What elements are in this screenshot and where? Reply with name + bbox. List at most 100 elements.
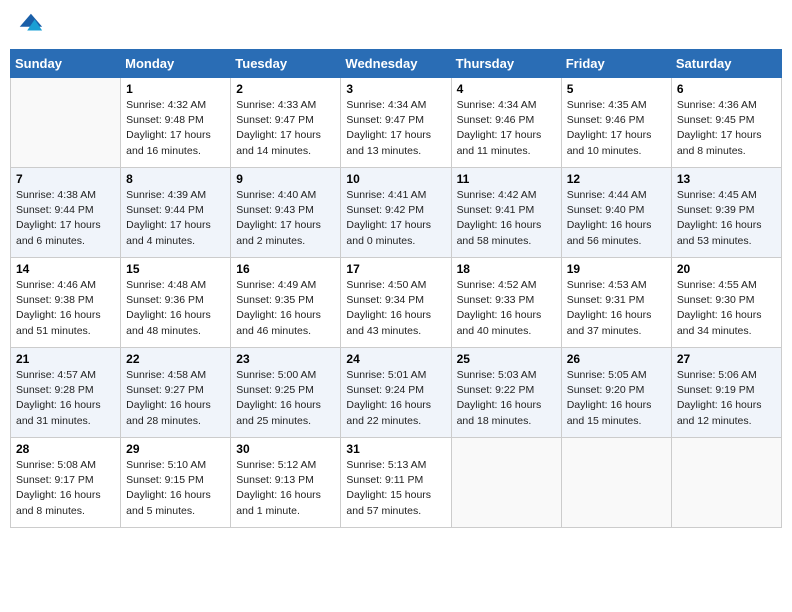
calendar-cell: 24 Sunrise: 5:01 AMSunset: 9:24 PMDayligh… xyxy=(341,348,451,438)
calendar-cell: 2 Sunrise: 4:33 AMSunset: 9:47 PMDaylight… xyxy=(231,78,341,168)
day-info: Sunrise: 4:34 AMSunset: 9:47 PMDaylight:… xyxy=(346,98,445,159)
day-number: 13 xyxy=(677,172,776,186)
calendar-cell: 6 Sunrise: 4:36 AMSunset: 9:45 PMDaylight… xyxy=(671,78,781,168)
calendar-cell: 29 Sunrise: 5:10 AMSunset: 9:15 PMDayligh… xyxy=(121,438,231,528)
day-info: Sunrise: 4:48 AMSunset: 9:36 PMDaylight:… xyxy=(126,278,225,339)
calendar-cell: 19 Sunrise: 4:53 AMSunset: 9:31 PMDayligh… xyxy=(561,258,671,348)
day-info: Sunrise: 5:13 AMSunset: 9:11 PMDaylight:… xyxy=(346,458,445,519)
day-number: 3 xyxy=(346,82,445,96)
day-info: Sunrise: 5:06 AMSunset: 9:19 PMDaylight:… xyxy=(677,368,776,429)
day-info: Sunrise: 5:08 AMSunset: 9:17 PMDaylight:… xyxy=(16,458,115,519)
day-number: 18 xyxy=(457,262,556,276)
day-info: Sunrise: 5:03 AMSunset: 9:22 PMDaylight:… xyxy=(457,368,556,429)
calendar-cell: 26 Sunrise: 5:05 AMSunset: 9:20 PMDayligh… xyxy=(561,348,671,438)
weekday-header: Saturday xyxy=(671,50,781,78)
weekday-header: Wednesday xyxy=(341,50,451,78)
calendar-cell: 17 Sunrise: 4:50 AMSunset: 9:34 PMDayligh… xyxy=(341,258,451,348)
day-number: 29 xyxy=(126,442,225,456)
calendar-cell: 27 Sunrise: 5:06 AMSunset: 9:19 PMDayligh… xyxy=(671,348,781,438)
weekday-header: Tuesday xyxy=(231,50,341,78)
calendar-header-row: SundayMondayTuesdayWednesdayThursdayFrid… xyxy=(11,50,782,78)
day-number: 31 xyxy=(346,442,445,456)
day-number: 20 xyxy=(677,262,776,276)
day-info: Sunrise: 4:41 AMSunset: 9:42 PMDaylight:… xyxy=(346,188,445,249)
calendar-cell: 11 Sunrise: 4:42 AMSunset: 9:41 PMDayligh… xyxy=(451,168,561,258)
weekday-header: Sunday xyxy=(11,50,121,78)
calendar-cell: 14 Sunrise: 4:46 AMSunset: 9:38 PMDayligh… xyxy=(11,258,121,348)
day-info: Sunrise: 4:40 AMSunset: 9:43 PMDaylight:… xyxy=(236,188,335,249)
day-number: 11 xyxy=(457,172,556,186)
calendar-cell xyxy=(671,438,781,528)
calendar-cell: 30 Sunrise: 5:12 AMSunset: 9:13 PMDayligh… xyxy=(231,438,341,528)
weekday-header: Thursday xyxy=(451,50,561,78)
calendar-cell: 5 Sunrise: 4:35 AMSunset: 9:46 PMDaylight… xyxy=(561,78,671,168)
day-number: 16 xyxy=(236,262,335,276)
calendar-cell: 15 Sunrise: 4:48 AMSunset: 9:36 PMDayligh… xyxy=(121,258,231,348)
weekday-header: Friday xyxy=(561,50,671,78)
day-info: Sunrise: 4:55 AMSunset: 9:30 PMDaylight:… xyxy=(677,278,776,339)
day-info: Sunrise: 5:00 AMSunset: 9:25 PMDaylight:… xyxy=(236,368,335,429)
day-number: 5 xyxy=(567,82,666,96)
day-number: 4 xyxy=(457,82,556,96)
day-info: Sunrise: 4:58 AMSunset: 9:27 PMDaylight:… xyxy=(126,368,225,429)
day-number: 7 xyxy=(16,172,115,186)
calendar-cell: 12Sunrise: 4:44 AMSunset: 9:40 PMDayligh… xyxy=(561,168,671,258)
day-info: Sunrise: 4:32 AMSunset: 9:48 PMDaylight:… xyxy=(126,98,225,159)
calendar-cell: 21 Sunrise: 4:57 AMSunset: 9:28 PMDayligh… xyxy=(11,348,121,438)
day-number: 21 xyxy=(16,352,115,366)
calendar-cell: 20 Sunrise: 4:55 AMSunset: 9:30 PMDayligh… xyxy=(671,258,781,348)
day-number: 22 xyxy=(126,352,225,366)
day-number: 27 xyxy=(677,352,776,366)
day-info: Sunrise: 4:52 AMSunset: 9:33 PMDaylight:… xyxy=(457,278,556,339)
day-number: 19 xyxy=(567,262,666,276)
calendar-cell: 8Sunrise: 4:39 AMSunset: 9:44 PMDaylight… xyxy=(121,168,231,258)
logo xyxy=(14,10,44,43)
day-number: 1 xyxy=(126,82,225,96)
calendar-cell xyxy=(451,438,561,528)
day-number: 17 xyxy=(346,262,445,276)
calendar-cell: 28 Sunrise: 5:08 AMSunset: 9:17 PMDayligh… xyxy=(11,438,121,528)
day-number: 24 xyxy=(346,352,445,366)
day-info: Sunrise: 4:36 AMSunset: 9:45 PMDaylight:… xyxy=(677,98,776,159)
day-info: Sunrise: 5:10 AMSunset: 9:15 PMDaylight:… xyxy=(126,458,225,519)
day-info: Sunrise: 4:38 AMSunset: 9:44 PMDaylight:… xyxy=(16,188,115,249)
day-info: Sunrise: 4:50 AMSunset: 9:34 PMDaylight:… xyxy=(346,278,445,339)
day-info: Sunrise: 4:34 AMSunset: 9:46 PMDaylight:… xyxy=(457,98,556,159)
day-number: 28 xyxy=(16,442,115,456)
day-info: Sunrise: 5:05 AMSunset: 9:20 PMDaylight:… xyxy=(567,368,666,429)
day-number: 8 xyxy=(126,172,225,186)
logo-icon xyxy=(16,10,44,38)
day-number: 14 xyxy=(16,262,115,276)
calendar-cell: 7 Sunrise: 4:38 AMSunset: 9:44 PMDaylight… xyxy=(11,168,121,258)
calendar-cell xyxy=(11,78,121,168)
day-info: Sunrise: 5:12 AMSunset: 9:13 PMDaylight:… xyxy=(236,458,335,519)
day-info: Sunrise: 4:53 AMSunset: 9:31 PMDaylight:… xyxy=(567,278,666,339)
calendar-cell: 1 Sunrise: 4:32 AMSunset: 9:48 PMDaylight… xyxy=(121,78,231,168)
calendar-cell: 4 Sunrise: 4:34 AMSunset: 9:46 PMDaylight… xyxy=(451,78,561,168)
day-number: 6 xyxy=(677,82,776,96)
calendar-cell: 25 Sunrise: 5:03 AMSunset: 9:22 PMDayligh… xyxy=(451,348,561,438)
weekday-header: Monday xyxy=(121,50,231,78)
day-info: Sunrise: 5:01 AMSunset: 9:24 PMDaylight:… xyxy=(346,368,445,429)
page-header xyxy=(10,10,782,43)
day-info: Sunrise: 4:42 AMSunset: 9:41 PMDaylight:… xyxy=(457,188,556,249)
calendar-cell: 31 Sunrise: 5:13 AMSunset: 9:11 PMDayligh… xyxy=(341,438,451,528)
day-info: Sunrise: 4:33 AMSunset: 9:47 PMDaylight:… xyxy=(236,98,335,159)
calendar-cell: 22 Sunrise: 4:58 AMSunset: 9:27 PMDayligh… xyxy=(121,348,231,438)
day-number: 12 xyxy=(567,172,666,186)
day-number: 30 xyxy=(236,442,335,456)
day-info: Sunrise: 4:45 AMSunset: 9:39 PMDaylight:… xyxy=(677,188,776,249)
calendar-cell: 9Sunrise: 4:40 AMSunset: 9:43 PMDaylight… xyxy=(231,168,341,258)
day-number: 2 xyxy=(236,82,335,96)
day-number: 10 xyxy=(346,172,445,186)
day-number: 26 xyxy=(567,352,666,366)
day-info: Sunrise: 4:57 AMSunset: 9:28 PMDaylight:… xyxy=(16,368,115,429)
day-number: 25 xyxy=(457,352,556,366)
day-number: 15 xyxy=(126,262,225,276)
calendar-cell: 3 Sunrise: 4:34 AMSunset: 9:47 PMDaylight… xyxy=(341,78,451,168)
calendar-cell: 10 Sunrise: 4:41 AMSunset: 9:42 PMDayligh… xyxy=(341,168,451,258)
calendar-table: SundayMondayTuesdayWednesdayThursdayFrid… xyxy=(10,49,782,528)
calendar-cell: 23Sunrise: 5:00 AMSunset: 9:25 PMDayligh… xyxy=(231,348,341,438)
day-info: Sunrise: 4:35 AMSunset: 9:46 PMDaylight:… xyxy=(567,98,666,159)
day-info: Sunrise: 4:46 AMSunset: 9:38 PMDaylight:… xyxy=(16,278,115,339)
